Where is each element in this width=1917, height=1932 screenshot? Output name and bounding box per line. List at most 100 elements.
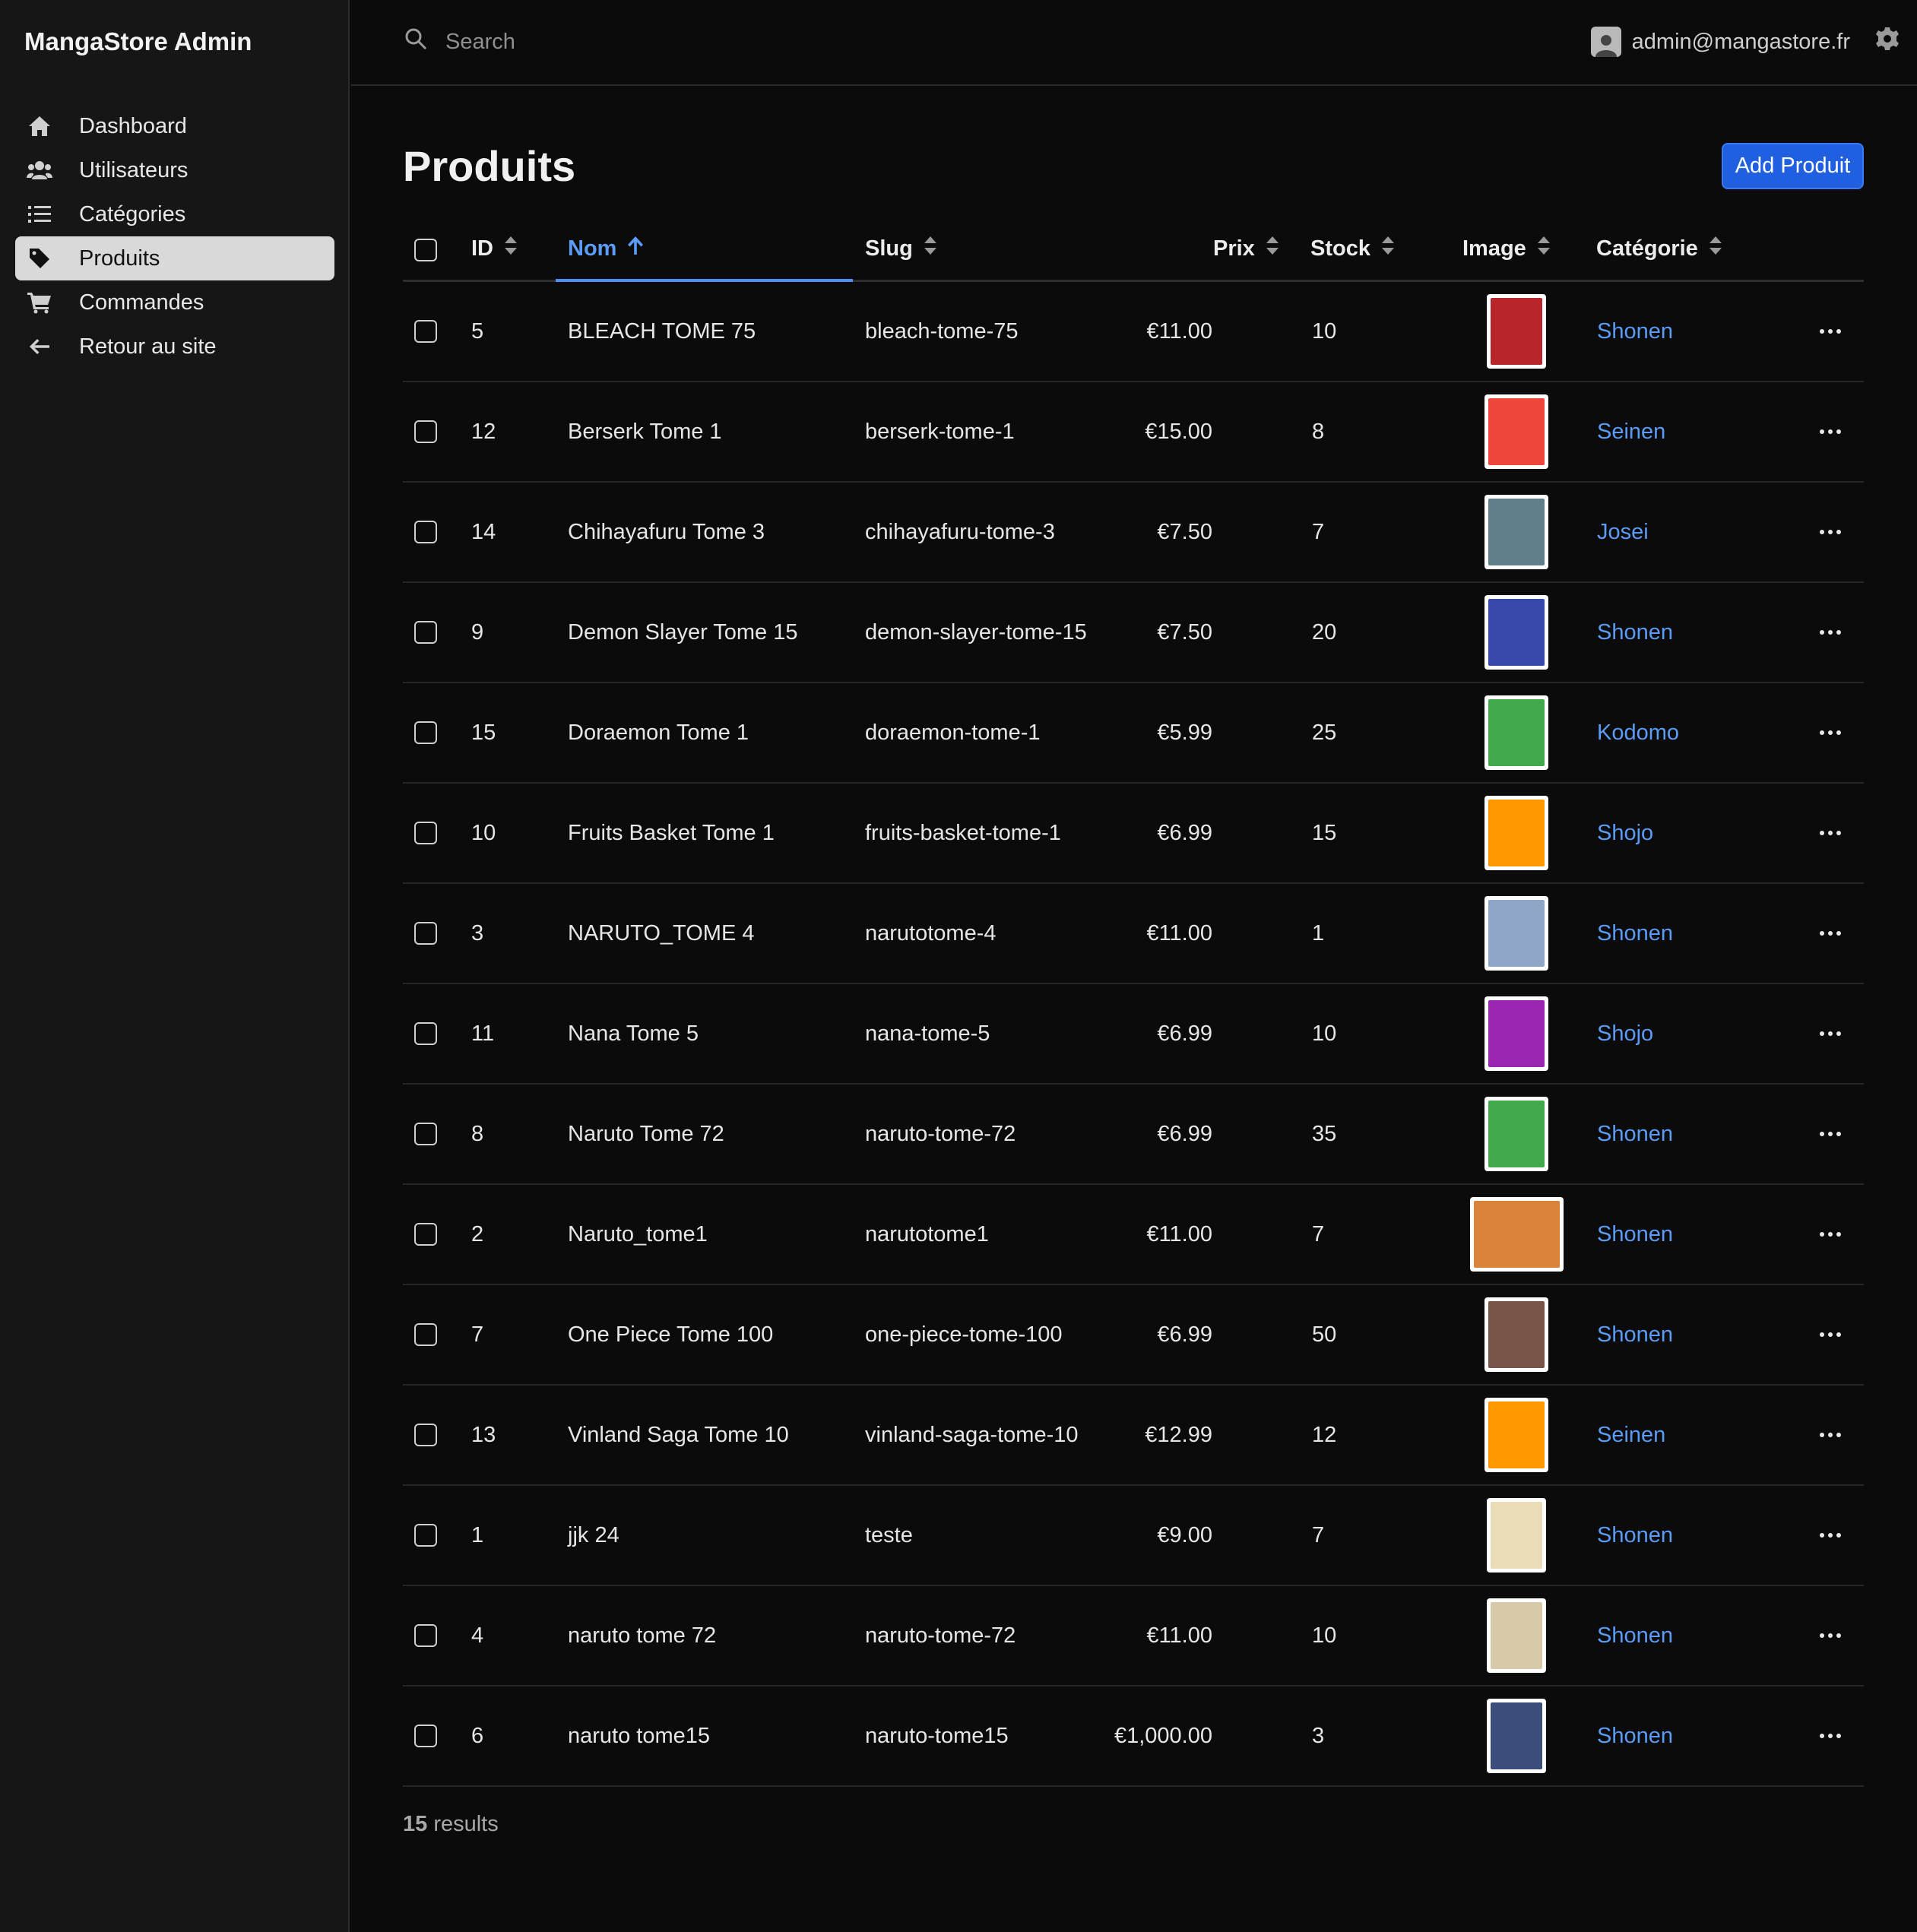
row-checkbox[interactable]	[414, 1486, 437, 1585]
cell-nom[interactable]: Naruto Tome 72	[568, 1085, 724, 1183]
column-header-nom[interactable]: Nom	[568, 236, 644, 261]
row-checkbox[interactable]	[414, 1386, 437, 1484]
table-row[interactable]: 13 Vinland Saga Tome 10 vinland-saga-tome-…	[403, 1386, 1864, 1486]
table-row[interactable]: 4 naruto tome 72 naruto-tome-72 €11.00 10 Sho…	[403, 1586, 1864, 1687]
cell-nom[interactable]: Doraemon Tome 1	[568, 683, 749, 782]
row-actions-menu-icon[interactable]	[1820, 1687, 1841, 1785]
cell-categorie[interactable]: Shonen	[1597, 1586, 1673, 1685]
table-row[interactable]: 12 Berserk Tome 1 berserk-tome-1 €15.00 8 Sei…	[403, 382, 1864, 483]
cell-nom[interactable]: naruto tome 72	[568, 1586, 716, 1685]
avatar[interactable]	[1590, 27, 1621, 57]
row-checkbox[interactable]	[414, 1586, 437, 1685]
product-thumbnail[interactable]	[1487, 294, 1546, 369]
cell-categorie[interactable]: Shonen	[1597, 1185, 1673, 1284]
cell-nom[interactable]: Berserk Tome 1	[568, 382, 722, 481]
cell-categorie[interactable]: Shonen	[1597, 282, 1673, 381]
cell-nom[interactable]: NARUTO_TOME 4	[568, 884, 754, 983]
column-header-image[interactable]: Image	[1462, 236, 1551, 261]
row-actions-menu-icon[interactable]	[1820, 784, 1841, 882]
cell-categorie[interactable]: Shonen	[1597, 1486, 1673, 1585]
row-checkbox[interactable]	[414, 1185, 437, 1284]
cell-categorie[interactable]: Shonen	[1597, 884, 1673, 983]
row-actions-menu-icon[interactable]	[1820, 1386, 1841, 1484]
cell-nom[interactable]: Fruits Basket Tome 1	[568, 784, 775, 882]
column-header-stock[interactable]: Stock	[1310, 236, 1395, 261]
table-row[interactable]: 15 Doraemon Tome 1 doraemon-tome-1 €5.99 25 K…	[403, 683, 1864, 784]
row-checkbox[interactable]	[414, 1085, 437, 1183]
product-thumbnail[interactable]	[1484, 996, 1548, 1071]
row-actions-menu-icon[interactable]	[1820, 483, 1841, 581]
cell-nom[interactable]: Demon Slayer Tome 15	[568, 583, 798, 682]
product-thumbnail[interactable]	[1487, 1699, 1546, 1773]
row-checkbox[interactable]	[414, 884, 437, 983]
table-row[interactable]: 8 Naruto Tome 72 naruto-tome-72 €6.99 35 Shon…	[403, 1085, 1864, 1185]
cell-categorie[interactable]: Shonen	[1597, 583, 1673, 682]
cell-categorie[interactable]: Shonen	[1597, 1687, 1673, 1785]
cell-categorie[interactable]: Shonen	[1597, 1085, 1673, 1183]
product-thumbnail[interactable]	[1487, 1598, 1546, 1673]
sidebar-item-utilisateurs[interactable]: Utilisateurs	[15, 148, 334, 192]
product-thumbnail[interactable]	[1487, 1498, 1546, 1573]
sidebar-item-retour-au-site[interactable]: Retour au site	[15, 325, 334, 369]
product-thumbnail[interactable]	[1484, 695, 1548, 770]
product-thumbnail[interactable]	[1484, 1097, 1548, 1171]
cell-categorie[interactable]: Shojo	[1597, 784, 1653, 882]
table-row[interactable]: 3 NARUTO_TOME 4 narutotome-4 €11.00 1 Shonen	[403, 884, 1864, 984]
cell-categorie[interactable]: Kodomo	[1597, 683, 1679, 782]
product-thumbnail[interactable]	[1484, 394, 1548, 469]
product-thumbnail[interactable]	[1484, 896, 1548, 971]
product-thumbnail[interactable]	[1484, 595, 1548, 670]
row-checkbox[interactable]	[414, 984, 437, 1083]
sidebar-item-produits[interactable]: Produits	[15, 236, 334, 280]
row-checkbox[interactable]	[414, 483, 437, 581]
sidebar-item-dashboard[interactable]: Dashboard	[15, 104, 334, 148]
product-thumbnail[interactable]	[1469, 1197, 1564, 1272]
select-all-checkbox[interactable]	[414, 239, 437, 261]
cell-nom[interactable]: Chihayafuru Tome 3	[568, 483, 765, 581]
table-row[interactable]: 7 One Piece Tome 100 one-piece-tome-100 €6.…	[403, 1285, 1864, 1386]
cell-nom[interactable]: naruto tome15	[568, 1687, 710, 1785]
table-row[interactable]: 11 Nana Tome 5 nana-tome-5 €6.99 10 Shojo	[403, 984, 1864, 1085]
product-thumbnail[interactable]	[1484, 1398, 1548, 1472]
row-actions-menu-icon[interactable]	[1820, 583, 1841, 682]
row-actions-menu-icon[interactable]	[1820, 1486, 1841, 1585]
product-thumbnail[interactable]	[1484, 796, 1548, 870]
row-actions-menu-icon[interactable]	[1820, 382, 1841, 481]
column-header-slug[interactable]: Slug	[865, 236, 937, 261]
table-row[interactable]: 6 naruto tome15 naruto-tome15 €1,000.00 3 Sho…	[403, 1687, 1864, 1787]
table-row[interactable]: 9 Demon Slayer Tome 15 demon-slayer-tome-1…	[403, 583, 1864, 683]
table-row[interactable]: 5 BLEACH TOME 75 bleach-tome-75 €11.00 10 Sho…	[403, 282, 1864, 382]
row-checkbox[interactable]	[414, 1687, 437, 1785]
search-input[interactable]	[445, 29, 978, 55]
table-row[interactable]: 10 Fruits Basket Tome 1 fruits-basket-tome…	[403, 784, 1864, 884]
column-header-id[interactable]: ID	[471, 236, 518, 261]
cell-categorie[interactable]: Shojo	[1597, 984, 1653, 1083]
cell-categorie[interactable]: Josei	[1597, 483, 1649, 581]
row-actions-menu-icon[interactable]	[1820, 282, 1841, 381]
row-actions-menu-icon[interactable]	[1820, 984, 1841, 1083]
row-actions-menu-icon[interactable]	[1820, 1586, 1841, 1685]
cell-categorie[interactable]: Seinen	[1597, 382, 1665, 481]
gear-icon[interactable]	[1874, 26, 1900, 58]
row-actions-menu-icon[interactable]	[1820, 1085, 1841, 1183]
row-checkbox[interactable]	[414, 784, 437, 882]
add-produit-button[interactable]: Add Produit	[1722, 143, 1864, 189]
row-actions-menu-icon[interactable]	[1820, 1185, 1841, 1284]
user-email[interactable]: admin@mangastore.fr	[1632, 30, 1850, 55]
sidebar-item-commandes[interactable]: Commandes	[15, 280, 334, 325]
cell-nom[interactable]: BLEACH TOME 75	[568, 282, 756, 381]
cell-nom[interactable]: Naruto_tome1	[568, 1185, 708, 1284]
cell-nom[interactable]: jjk 24	[568, 1486, 619, 1585]
cell-categorie[interactable]: Seinen	[1597, 1386, 1665, 1484]
row-checkbox[interactable]	[414, 382, 437, 481]
row-actions-menu-icon[interactable]	[1820, 884, 1841, 983]
row-checkbox[interactable]	[414, 282, 437, 381]
sidebar-item-categories[interactable]: Catégories	[15, 192, 334, 236]
column-header-categorie[interactable]: Catégorie	[1596, 236, 1722, 261]
row-actions-menu-icon[interactable]	[1820, 683, 1841, 782]
product-thumbnail[interactable]	[1484, 495, 1548, 569]
cell-nom[interactable]: Nana Tome 5	[568, 984, 699, 1083]
row-checkbox[interactable]	[414, 1285, 437, 1384]
row-actions-menu-icon[interactable]	[1820, 1285, 1841, 1384]
product-thumbnail[interactable]	[1484, 1297, 1548, 1372]
